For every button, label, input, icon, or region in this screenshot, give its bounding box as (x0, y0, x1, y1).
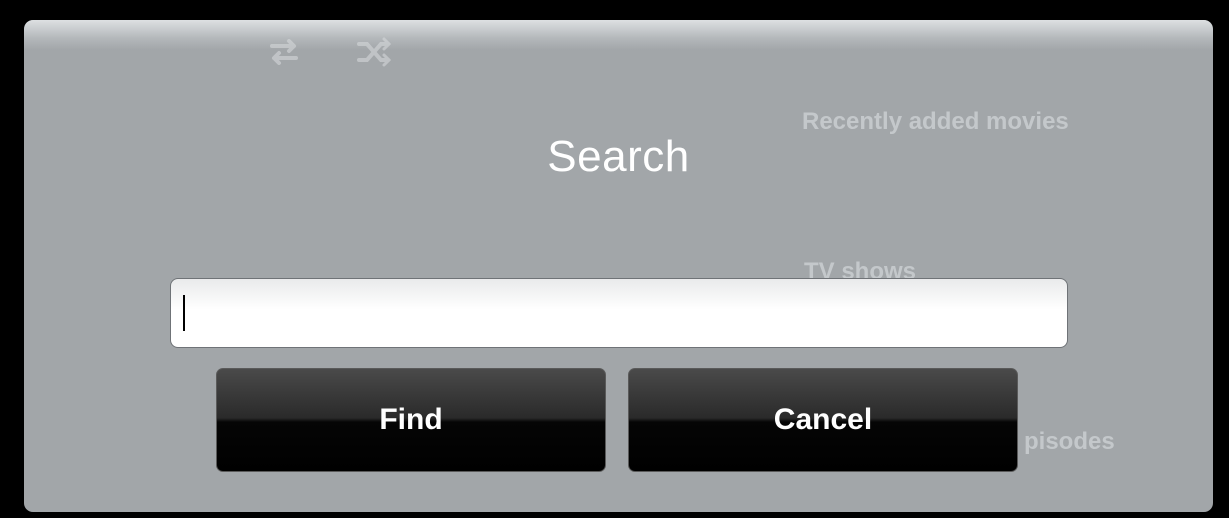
dialog-title: Search (547, 132, 690, 181)
cancel-button[interactable]: Cancel (628, 368, 1018, 472)
repeat-icon (270, 39, 298, 65)
text-caret (183, 295, 185, 331)
search-input[interactable] (170, 278, 1068, 348)
search-dialog: Recently added movies TV shows pisodes S… (24, 20, 1213, 512)
episodes-label: pisodes (1024, 428, 1115, 455)
shuffle-icon (357, 37, 392, 67)
find-button[interactable]: Find (216, 368, 606, 472)
